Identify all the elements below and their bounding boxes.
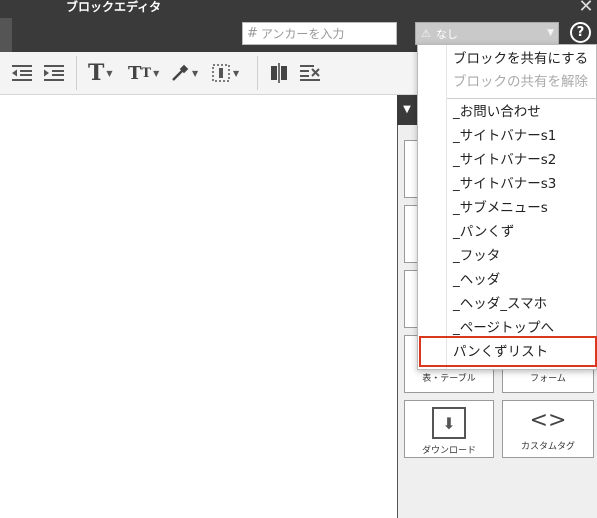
close-icon[interactable]: ✕ bbox=[577, 0, 595, 16]
menu-item-shared-block[interactable]: _お問い合わせ bbox=[453, 101, 541, 123]
form-tile-label: フォーム bbox=[530, 374, 566, 384]
anchor-field[interactable]: # bbox=[242, 22, 397, 45]
hash-icon: # bbox=[247, 26, 258, 41]
font-size-icon[interactable]: T ▼ bbox=[88, 60, 113, 86]
menu-item-shared-block[interactable]: _サイトバナーs2 bbox=[453, 149, 556, 171]
menu-item-share-block[interactable]: ブロックを共有にする bbox=[453, 48, 588, 70]
custom-tag-tile[interactable]: <> カスタムタグ bbox=[502, 400, 594, 458]
custom-tag-tile-label: カスタムタグ bbox=[520, 442, 575, 452]
menu-item-shared-block[interactable]: _フッタ bbox=[453, 245, 500, 267]
download-icon: ⬇ bbox=[432, 407, 466, 439]
table-tile-label: 表・テーブル bbox=[422, 374, 476, 384]
indent-icon[interactable] bbox=[43, 61, 65, 85]
menu-item-highlight bbox=[419, 336, 597, 367]
download-tile[interactable]: ⬇ ダウンロード bbox=[404, 400, 494, 458]
editor-canvas[interactable] bbox=[0, 95, 397, 518]
chevron-down-icon: ▼ bbox=[547, 28, 554, 38]
eyedropper-icon[interactable]: ▼ bbox=[170, 61, 198, 85]
code-icon: <> bbox=[529, 408, 567, 433]
text-style-icon[interactable]: TT ▼ bbox=[128, 61, 159, 85]
delete-block-icon[interactable] bbox=[299, 61, 321, 85]
outdent-icon[interactable] bbox=[11, 61, 33, 85]
menu-divider bbox=[447, 98, 597, 99]
menu-item-shared-block[interactable]: _ヘッダ_スマホ bbox=[453, 293, 547, 315]
toolbar-divider bbox=[257, 56, 258, 90]
menu-item-unshare-block: ブロックの共有を解除 bbox=[453, 74, 588, 90]
share-select[interactable]: ⚠ なし ▼ bbox=[415, 22, 559, 45]
menu-item-shared-block[interactable]: _サブメニューs bbox=[453, 197, 548, 219]
menu-item-shared-block[interactable]: _サイトバナーs3 bbox=[453, 173, 556, 195]
toolbar-divider bbox=[76, 56, 77, 90]
help-icon[interactable]: ? bbox=[570, 22, 591, 43]
border-icon[interactable]: ▼ bbox=[211, 61, 239, 85]
header-left-tab bbox=[0, 18, 12, 52]
window-title: ブロックエディタ bbox=[66, 0, 162, 14]
menu-gutter bbox=[446, 45, 447, 369]
menu-item-shared-block[interactable]: _ヘッダ bbox=[453, 269, 500, 291]
menu-item-shared-block[interactable]: _サイトバナーs1 bbox=[453, 125, 556, 147]
download-tile-label: ダウンロード bbox=[421, 446, 476, 456]
column-split-icon[interactable] bbox=[268, 61, 290, 85]
menu-item-shared-block[interactable]: _パンくず bbox=[453, 221, 514, 243]
share-select-value: なし bbox=[435, 27, 458, 41]
share-dropdown-menu: ブロックを共有にする ブロックの共有を解除 _お問い合わせ _サイトバナーs1 … bbox=[417, 44, 597, 370]
share-icon: ⚠ bbox=[421, 27, 431, 40]
chevron-down-icon[interactable]: ▼ bbox=[397, 95, 417, 125]
anchor-input[interactable] bbox=[260, 26, 391, 41]
